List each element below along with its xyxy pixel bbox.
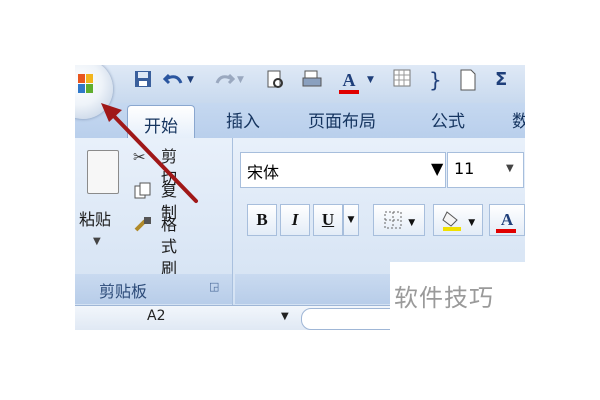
redo-icon[interactable] <box>213 69 236 91</box>
quick-access-toolbar: ▼ ▼ A ▼ } Σ <box>75 65 525 103</box>
tab-home-label: 开始 <box>144 117 178 137</box>
borders-button[interactable]: ▼ <box>373 204 425 236</box>
font-color-dropdown-icon[interactable]: ▼ <box>367 69 374 91</box>
clipboard-group: 粘贴 ▼ ✂ 剪切 复制 格式刷 剪贴板 ◲ <box>75 138 233 305</box>
font-color-button[interactable]: A <box>489 204 525 236</box>
format-painter-icon <box>133 216 153 234</box>
table-icon[interactable] <box>393 69 411 91</box>
font-size-value: 11 <box>454 159 475 178</box>
font-color-bar <box>339 90 359 94</box>
watermark-text: 软件技巧 <box>394 284 494 312</box>
undo-icon[interactable] <box>162 69 185 91</box>
undo-dropdown-icon[interactable]: ▼ <box>187 69 194 91</box>
redo-dropdown-icon[interactable]: ▼ <box>237 69 244 91</box>
font-color-qat-button[interactable]: A <box>339 69 359 94</box>
scissors-icon: ✂ <box>133 148 146 166</box>
format-painter-label: 格式刷 <box>161 215 178 278</box>
save-icon[interactable] <box>133 69 153 91</box>
tab-home[interactable]: 开始 <box>127 105 195 140</box>
font-color-bar <box>496 229 516 233</box>
paste-label: 粘贴 <box>79 210 112 229</box>
borders-dropdown-icon: ▼ <box>408 218 416 228</box>
name-box[interactable]: A2 <box>147 308 165 324</box>
quick-print-icon[interactable] <box>301 69 323 91</box>
font-color-glyph: A <box>500 210 514 229</box>
copy-icon <box>133 182 153 200</box>
dialog-launcher-icon[interactable]: ◲ <box>209 280 221 293</box>
underline-button[interactable]: U <box>313 204 343 236</box>
clipboard-group-footer: 剪贴板 ◲ <box>75 274 232 304</box>
font-name-dropdown-icon[interactable]: ▼ <box>431 159 443 178</box>
excel-ribbon-screenshot: ▼ ▼ A ▼ } Σ 开始 插入 页面布局 公式 数 粘贴 ▼ ✂ 剪切 复制… <box>75 65 525 330</box>
print-preview-icon[interactable] <box>265 69 285 91</box>
bold-button[interactable]: B <box>247 204 277 236</box>
font-name-value: 宋体 <box>247 163 280 182</box>
paste-button[interactable]: 粘贴 ▼ <box>79 144 125 264</box>
new-document-icon[interactable] <box>459 69 477 91</box>
brace-icon[interactable]: } <box>429 69 442 91</box>
clipboard-group-label: 剪贴板 <box>99 282 148 301</box>
watermark-box: 软件技巧 <box>390 262 525 330</box>
autosum-icon[interactable]: Σ <box>495 69 507 91</box>
borders-icon <box>384 211 402 229</box>
name-box-dropdown-icon[interactable]: ▼ <box>281 311 289 322</box>
fill-color-dropdown-icon: ▼ <box>468 218 476 228</box>
font-color-glyph: A <box>342 70 356 90</box>
underline-dropdown-icon[interactable]: ▼ <box>343 204 359 236</box>
italic-button[interactable]: I <box>280 204 310 236</box>
font-size-combobox[interactable]: 11 ▼ <box>447 152 524 188</box>
font-name-combobox[interactable]: 宋体 ▼ <box>240 152 446 188</box>
tab-insert[interactable]: 插入 <box>226 111 260 133</box>
tab-data-partial[interactable]: 数 <box>512 111 525 133</box>
formula-input[interactable] <box>301 308 393 330</box>
fill-bucket-icon <box>442 211 461 231</box>
office-logo-icon <box>78 74 93 93</box>
paste-icon <box>87 150 119 194</box>
paste-dropdown-icon: ▼ <box>93 236 101 247</box>
ribbon-tabs: 开始 插入 页面布局 公式 数 <box>75 103 525 140</box>
fill-color-button[interactable]: ▼ <box>433 204 483 236</box>
font-size-dropdown-icon[interactable]: ▼ <box>506 163 514 174</box>
tab-page-layout[interactable]: 页面布局 <box>308 111 376 133</box>
tab-formulas[interactable]: 公式 <box>431 111 465 133</box>
